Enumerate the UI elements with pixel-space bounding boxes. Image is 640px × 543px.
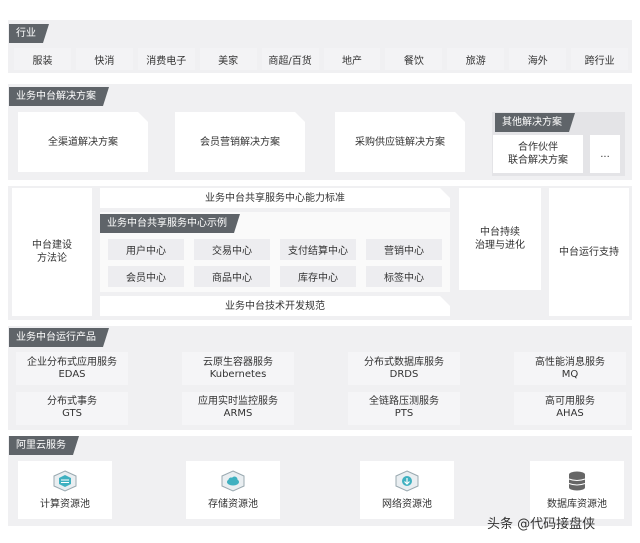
product-name: 云原生容器服务 (203, 356, 273, 368)
database-icon (564, 470, 590, 492)
product-code: AHAS (556, 408, 584, 419)
service-center-item[interactable]: 用户中心 (108, 239, 184, 260)
product-name: 分布式数据库服务 (364, 356, 444, 368)
industry-item[interactable]: 商超/百货 (261, 48, 319, 70)
product-code: Kubernetes (209, 368, 267, 380)
industry-item[interactable]: 餐饮 (385, 48, 443, 70)
industry-item[interactable]: 服装 (14, 48, 71, 70)
capability-standard-bar[interactable]: 业务中台共享服务中心能力标准 (100, 188, 450, 208)
industry-item[interactable]: 快消 (75, 48, 133, 70)
more-solutions-button[interactable]: ... (590, 135, 620, 173)
ops-support-card[interactable]: 中台运行支持 (549, 188, 629, 316)
pool-storage[interactable]: 存储资源池 (186, 461, 280, 519)
industry-item[interactable]: 消费电子 (137, 48, 195, 70)
pool-database-label: 数据库资源池 (547, 498, 607, 510)
compute-cube-icon (52, 469, 78, 492)
methodology-card[interactable]: 中台建设 方法论 (12, 188, 92, 316)
other-solutions-tag: 其他解决方案 (495, 113, 575, 132)
product-card[interactable]: 高可用服务 AHAS (514, 391, 626, 425)
product-name: 应用实时监控服务 (198, 396, 278, 407)
network-cloud-icon (394, 469, 420, 492)
solution-member-marketing[interactable]: 会员营销解决方案 (175, 112, 305, 172)
industry-item[interactable]: 跨行业 (571, 48, 629, 70)
partner-solution-card[interactable]: 合作伙伴 联合解决方案 (493, 135, 583, 173)
service-center-item[interactable]: 营销中心 (366, 239, 442, 260)
product-name: 企业分布式应用服务 (27, 356, 117, 368)
service-center-item[interactable]: 库存中心 (280, 266, 356, 287)
product-name: 全链路压测服务 (369, 396, 439, 407)
product-code: ARMS (223, 408, 253, 419)
service-center-item[interactable]: 交易中心 (194, 239, 270, 260)
product-card[interactable]: 分布式事务 GTS (16, 391, 128, 425)
products-tag: 业务中台运行产品 (9, 328, 109, 347)
product-card[interactable]: 企业分布式应用服务 EDAS (16, 352, 128, 385)
product-code: MQ (561, 368, 579, 380)
industry-item[interactable]: 旅游 (447, 48, 505, 70)
products-grid: 企业分布式应用服务 EDAS 云原生容器服务 Kubernetes 分布式数据库服务 DR… (16, 352, 626, 426)
product-code: EDAS (58, 368, 86, 380)
service-center-item[interactable]: 商品中心 (194, 266, 270, 287)
pool-database[interactable]: 数据库资源池 (530, 461, 624, 519)
product-name: 高可用服务 (545, 396, 595, 407)
product-card[interactable]: 应用实时监控服务 ARMS (182, 391, 294, 425)
product-card[interactable]: 全链路压测服务 PTS (348, 391, 460, 425)
industry-item[interactable]: 海外 (509, 48, 567, 70)
product-card[interactable]: 高性能消息服务 MQ (514, 352, 626, 385)
service-center-item[interactable]: 会员中心 (108, 266, 184, 287)
product-name: 高性能消息服务 (535, 356, 605, 368)
product-name: 分布式事务 (47, 396, 97, 407)
pool-network[interactable]: 网络资源池 (360, 461, 454, 519)
pool-compute-label: 计算资源池 (40, 498, 90, 510)
watermark-text: 头条 @代码接盘侠 (487, 517, 596, 532)
product-code: DRDS (389, 368, 419, 380)
governance-line2: 治理与进化 (475, 240, 525, 251)
industry-list: 服装 快消 消费电子 美家 商超/百货 地产 餐饮 旅游 海外 跨行业 (14, 48, 629, 70)
product-code: PTS (394, 408, 414, 419)
industry-item[interactable]: 地产 (323, 48, 381, 70)
partner-solution-line2: 联合解决方案 (508, 155, 568, 166)
partner-solution-line1: 合作伙伴 (518, 142, 558, 153)
pool-network-label: 网络资源池 (382, 498, 432, 510)
cloud-tag: 阿里云服务 (9, 436, 79, 455)
governance-line1: 中台持续 (480, 227, 520, 238)
pool-storage-label: 存储资源池 (208, 498, 258, 510)
governance-card[interactable]: 中台持续 治理与进化 (459, 188, 541, 290)
service-center-item[interactable]: 支付结算中心 (280, 239, 356, 260)
solution-procurement-supply[interactable]: 采购供应链解决方案 (335, 112, 465, 172)
service-center-item[interactable]: 标签中心 (366, 266, 442, 287)
solutions-tag: 业务中台解决方案 (9, 87, 109, 106)
methodology-line1: 中台建设 (32, 240, 72, 251)
solution-omnichannel[interactable]: 全渠道解决方案 (18, 112, 148, 172)
pool-compute[interactable]: 计算资源池 (18, 461, 112, 519)
industry-item[interactable]: 美家 (199, 48, 257, 70)
product-card[interactable]: 云原生容器服务 Kubernetes (182, 352, 294, 385)
industry-tag: 行业 (9, 24, 49, 43)
product-card[interactable]: 分布式数据库服务 DRDS (348, 352, 460, 385)
product-code: GTS (62, 408, 82, 419)
shared-centers-grid: 用户中心 交易中心 支付结算中心 营销中心会员中心 商品中心 库存中心 标签中心 (108, 239, 442, 287)
methodology-line2: 方法论 (37, 253, 67, 264)
shared-centers-tag: 业务中台共享服务中心示例 (100, 214, 240, 233)
storage-cloud-icon (220, 469, 246, 492)
tech-spec-bar[interactable]: 业务中台技术开发规范 (100, 296, 450, 316)
